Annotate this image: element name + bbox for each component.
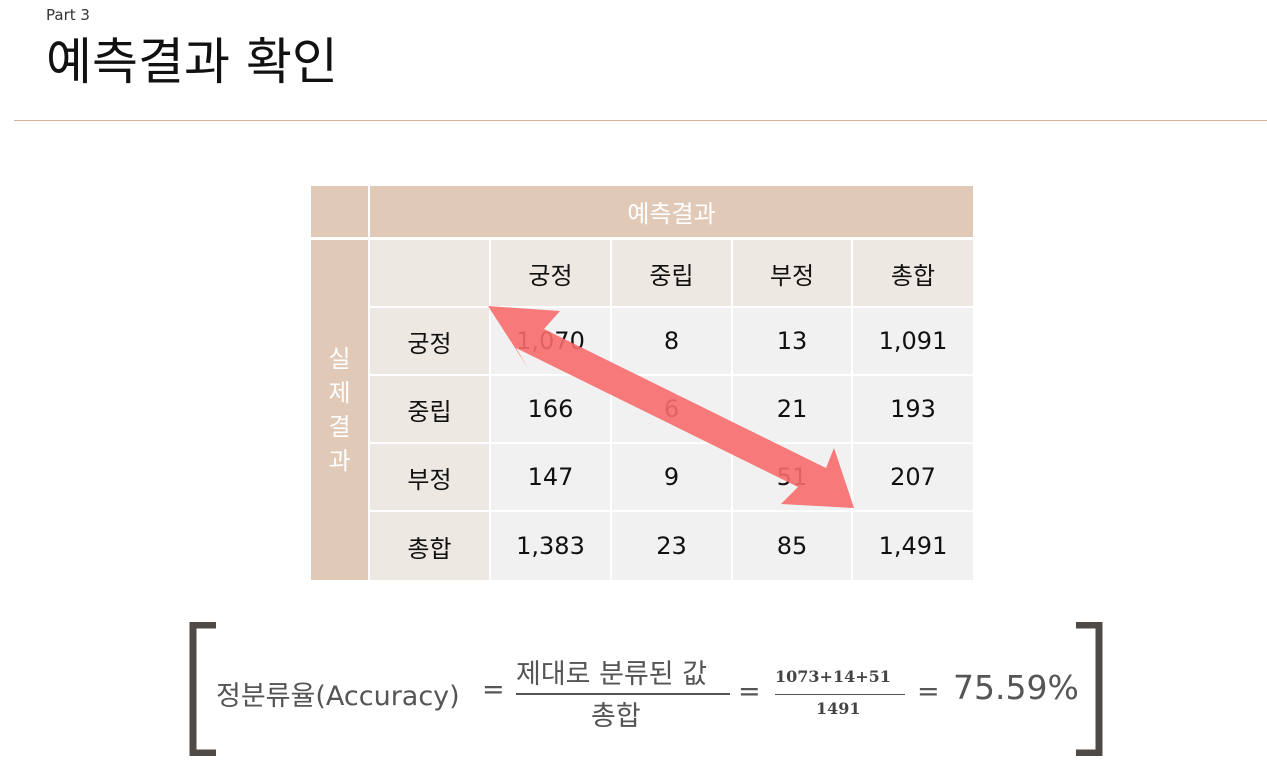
small-fraction-bar: [775, 694, 905, 695]
actual-header-char: 실: [328, 345, 351, 373]
equals-sign: =: [738, 676, 761, 707]
actual-header-char: 제: [328, 379, 351, 407]
accuracy-label: 정분류율(Accuracy): [216, 681, 460, 712]
fraction-numerator: 제대로 분류된 값: [516, 659, 708, 690]
column-header-negative: 부정: [733, 240, 851, 306]
table-cell: 193: [853, 376, 973, 442]
row-label-header-blank: [370, 240, 489, 306]
table-cell: 1,491: [853, 512, 973, 580]
row-header-negative: 부정: [370, 444, 489, 510]
row-header-positive: 궁정: [370, 308, 489, 374]
table-cell: 85: [733, 512, 851, 580]
column-header-neutral: 중립: [612, 240, 731, 306]
small-fraction-numerator: 1073+14+51: [775, 667, 891, 686]
table-cell: 23: [612, 512, 731, 580]
small-fraction-denominator: 1491: [816, 699, 861, 718]
actual-result-header: 실 제 결 과: [311, 240, 368, 580]
equals-sign: =: [482, 674, 505, 705]
table-cell: 207: [853, 444, 973, 510]
table-cell: 1,383: [491, 512, 610, 580]
column-header-positive: 궁정: [491, 240, 610, 306]
accuracy-result: 75.59%: [953, 668, 1079, 707]
table-cell: 166: [491, 376, 610, 442]
table-cell: 6: [612, 376, 731, 442]
row-header-total: 총합: [370, 512, 489, 580]
column-header-total: 총합: [853, 240, 973, 306]
table-cell: 8: [612, 308, 731, 374]
table-cell: 21: [733, 376, 851, 442]
actual-header-char: 결: [328, 413, 351, 441]
table-cell: 1,070: [491, 308, 610, 374]
table-corner: [311, 186, 368, 237]
table-cell: 147: [491, 444, 610, 510]
table-cell: 1,091: [853, 308, 973, 374]
predicted-result-header: 예측결과: [370, 186, 973, 237]
table-cell: 13: [733, 308, 851, 374]
title-divider: [14, 120, 1267, 121]
part-label: Part 3: [46, 6, 90, 24]
page-title: 예측결과 확인: [46, 33, 338, 91]
confusion-matrix-table: 예측결과 실 제 결 과 궁정 중립 부정 총합 궁정 1,070 8 13 1…: [311, 186, 973, 580]
fraction-denominator: 총합: [591, 701, 641, 732]
equals-sign: =: [917, 676, 940, 707]
actual-header-char: 과: [328, 447, 351, 475]
row-header-neutral: 중립: [370, 376, 489, 442]
left-bracket: [189, 622, 216, 756]
table-cell: 9: [612, 444, 731, 510]
table-cell: 51: [733, 444, 851, 510]
